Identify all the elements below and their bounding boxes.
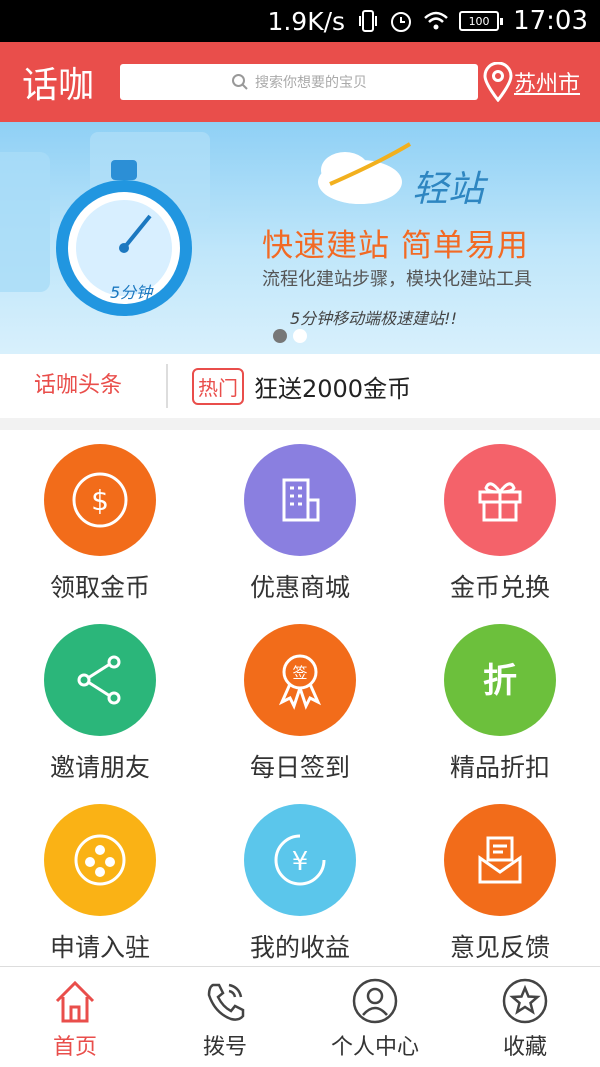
apply-settle-icon <box>44 804 156 916</box>
star-icon <box>502 978 548 1024</box>
search-input[interactable]: 搜索你想要的宝贝 <box>120 64 478 100</box>
grid-item-label: 我的收益 <box>249 933 350 962</box>
grid-item-discount-mall[interactable]: 优惠商城 <box>200 430 400 610</box>
svg-text:折: 折 <box>483 661 517 701</box>
grid-item-label: 邀请朋友 <box>49 753 150 782</box>
grid-item-label: 精品折扣 <box>449 753 550 782</box>
search-icon <box>232 74 248 90</box>
nav-favorites[interactable]: 收藏 <box>450 967 600 1067</box>
alarm-icon <box>389 9 413 33</box>
grid-item-label: 每日签到 <box>249 753 350 782</box>
hot-badge: 热门 <box>192 367 244 405</box>
coin-dollar-icon: $ <box>44 444 156 556</box>
home-icon <box>55 980 95 1023</box>
carousel-indicator <box>273 329 307 343</box>
ticker-text[interactable]: 狂送2000金币 <box>254 369 411 404</box>
battery-icon: 100 <box>459 11 504 31</box>
grid-item-feedback[interactable]: 意见反馈 <box>400 790 600 970</box>
app-logo: 话咖 <box>22 65 95 106</box>
news-ticker[interactable]: 话咖头条 热门 狂送2000金币 <box>0 354 600 418</box>
status-bar: 1.9K/s 100 17:03 <box>0 0 600 42</box>
nav-dial[interactable]: 拨号 <box>150 967 300 1067</box>
user-icon <box>352 978 398 1024</box>
search-placeholder: 搜索你想要的宝贝 <box>255 75 367 91</box>
bottom-nav: 首页 拨号 个人中心 收藏 <box>0 966 600 1067</box>
grid-item-coin-exchange[interactable]: 金币兑换 <box>400 430 600 610</box>
banner-headline: 快速建站 简单易用 <box>262 228 529 264</box>
nav-label: 首页 <box>52 1035 97 1060</box>
svg-text:¥: ¥ <box>292 847 309 877</box>
location-pin-icon <box>483 62 513 102</box>
city-name: 苏州市 <box>514 72 581 97</box>
cloud-logo-icon <box>318 142 412 204</box>
city-selector[interactable]: 苏州市 <box>482 62 580 102</box>
svg-text:$: $ <box>91 484 109 517</box>
grid-item-my-earnings[interactable]: ¥ 我的收益 <box>200 790 400 970</box>
discount-icon: 折 <box>444 624 556 736</box>
grid-item-premium-discount[interactable]: 折 精品折扣 <box>400 610 600 790</box>
phone-icon <box>207 983 245 1021</box>
banner-brand: 轻站 <box>412 169 485 210</box>
gift-icon <box>444 444 556 556</box>
feedback-mail-icon <box>444 804 556 916</box>
carousel-dot-active[interactable] <box>273 329 287 343</box>
grid-item-invite-friends[interactable]: 邀请朋友 <box>0 610 200 790</box>
wifi-icon <box>423 10 449 32</box>
svg-text:签: 签 <box>292 664 307 682</box>
grid-item-label: 优惠商城 <box>249 573 350 602</box>
network-speed: 1.9K/s <box>267 6 346 36</box>
app-header: 话咖 搜索你想要的宝贝 苏州市 <box>0 42 600 122</box>
carousel-dot[interactable] <box>293 329 307 343</box>
grid-item-label: 金币兑换 <box>449 573 550 602</box>
grid-item-label: 领取金币 <box>49 573 150 602</box>
promo-banner[interactable]: 5分钟 轻站 快速建站 简单易用 流程化建站步骤，模块化建站工具 5分钟移动端极… <box>0 122 600 354</box>
vibrate-icon <box>357 9 379 33</box>
banner-tagline: 5分钟移动端极速建站!! <box>290 309 458 328</box>
sign-in-badge-icon: 签 <box>244 624 356 736</box>
grid-item-apply-settle[interactable]: 申请入驻 <box>0 790 200 970</box>
grid-item-daily-checkin[interactable]: 签 每日签到 <box>200 610 400 790</box>
battery-level: 100 <box>468 14 490 28</box>
ticker-label: 话咖头条 <box>34 364 168 408</box>
grid-item-label: 申请入驻 <box>49 933 150 962</box>
grid-item-claim-coins[interactable]: $ 领取金币 <box>0 430 200 610</box>
building-icon <box>244 444 356 556</box>
yuan-earnings-icon: ¥ <box>244 804 356 916</box>
nav-label: 拨号 <box>202 1035 247 1060</box>
banner-subtitle: 流程化建站步骤，模块化建站工具 <box>262 269 532 290</box>
nav-label: 收藏 <box>502 1035 547 1060</box>
nav-home[interactable]: 首页 <box>0 967 150 1067</box>
stopwatch-label: 5分钟 <box>110 283 154 302</box>
grid-item-label: 意见反馈 <box>449 933 550 962</box>
share-icon <box>44 624 156 736</box>
feature-grid: $ 领取金币 优惠商城 金币兑换 邀请朋友 签 每日签到 折 精品折扣 申请入驻… <box>0 430 600 966</box>
nav-label: 个人中心 <box>330 1035 419 1060</box>
clock: 17:03 <box>513 6 588 36</box>
nav-profile[interactable]: 个人中心 <box>300 967 450 1067</box>
